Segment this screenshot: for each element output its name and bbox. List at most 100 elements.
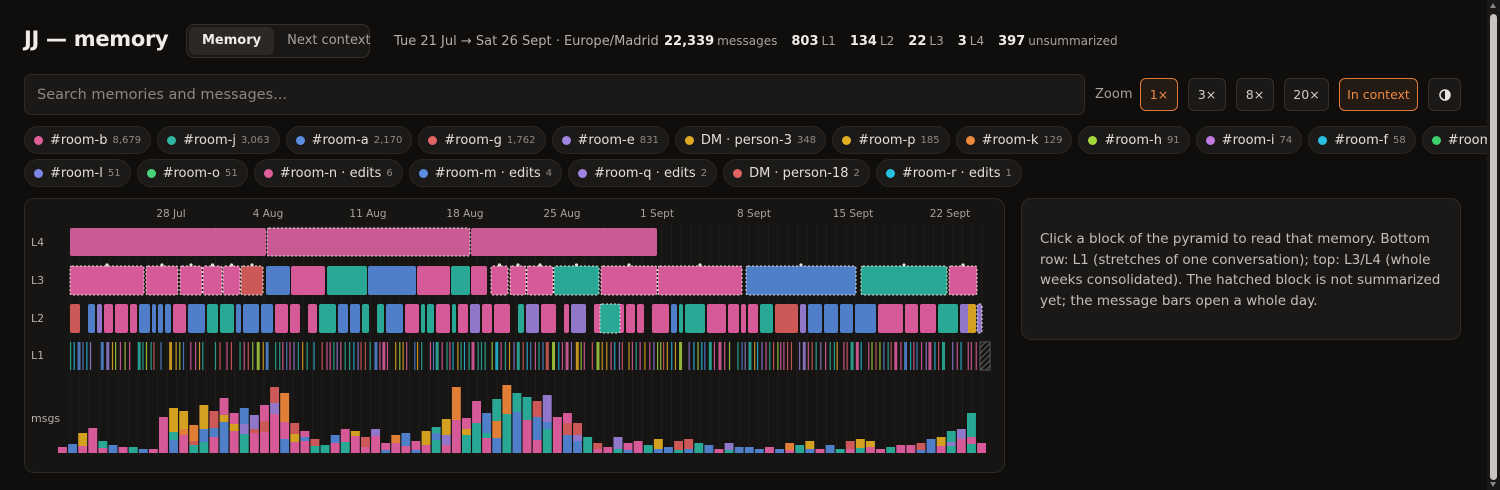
l1-memory-stripe[interactable] xyxy=(704,342,706,370)
l1-memory-stripe[interactable] xyxy=(580,342,582,370)
message-day-bar[interactable] xyxy=(845,449,855,453)
l1-memory-stripe[interactable] xyxy=(313,342,315,370)
message-day-bar[interactable] xyxy=(239,424,249,434)
l2-memory-block[interactable] xyxy=(707,304,726,333)
l1-memory-stripe[interactable] xyxy=(693,342,695,370)
l3-memory-block[interactable] xyxy=(368,266,416,295)
l2-memory-block[interactable] xyxy=(652,304,669,333)
l1-memory-stripe[interactable] xyxy=(230,342,233,370)
message-day-bar[interactable] xyxy=(482,438,492,453)
message-day-bar[interactable] xyxy=(169,408,178,432)
channel-chip[interactable]: #room-h 91 xyxy=(1078,126,1190,154)
message-day-bar[interactable] xyxy=(532,417,542,440)
l1-memory-stripe[interactable] xyxy=(534,342,537,370)
l1-memory-stripe[interactable] xyxy=(697,342,699,370)
message-day-bar[interactable] xyxy=(906,445,916,453)
l1-memory-stripe[interactable] xyxy=(500,342,502,370)
message-day-bar[interactable] xyxy=(68,444,77,451)
message-day-bar[interactable] xyxy=(219,422,229,453)
tab-memory[interactable]: Memory xyxy=(189,27,275,55)
l1-memory-stripe[interactable] xyxy=(82,342,84,370)
l1-memory-stripe[interactable] xyxy=(708,342,712,370)
l3-memory-block[interactable] xyxy=(327,266,367,295)
l2-memory-block[interactable] xyxy=(405,304,419,333)
channel-chip[interactable]: #room-r · edits 1 xyxy=(875,159,1022,187)
l2-memory-block[interactable] xyxy=(261,304,273,333)
channel-chip[interactable]: #room-e 831 xyxy=(551,126,669,154)
message-day-bar[interactable] xyxy=(704,445,714,453)
message-day-bar[interactable] xyxy=(977,451,986,453)
l1-memory-stripe[interactable] xyxy=(925,342,927,370)
l1-memory-stripe[interactable] xyxy=(124,342,126,370)
message-day-bar[interactable] xyxy=(68,451,77,453)
l1-memory-stripe[interactable] xyxy=(967,342,969,370)
message-day-bar[interactable] xyxy=(88,439,98,453)
l3-memory-block[interactable] xyxy=(948,265,978,296)
message-day-bar[interactable] xyxy=(583,450,593,453)
l1-memory-stripe[interactable] xyxy=(516,342,520,370)
message-day-bar[interactable] xyxy=(946,446,956,453)
message-day-bar[interactable] xyxy=(633,441,643,451)
l1-memory-stripe[interactable] xyxy=(970,342,972,370)
l2-memory-block[interactable] xyxy=(275,304,288,333)
message-day-bar[interactable] xyxy=(78,446,88,453)
message-day-bar[interactable] xyxy=(643,445,653,453)
message-day-bar[interactable] xyxy=(381,443,391,450)
l1-memory-stripe[interactable] xyxy=(491,342,493,370)
l3-memory-block[interactable] xyxy=(509,265,527,296)
l1-memory-stripe[interactable] xyxy=(190,342,192,370)
l1-memory-stripe[interactable] xyxy=(570,342,573,370)
l2-memory-block[interactable] xyxy=(626,304,635,333)
l2-memory-block[interactable] xyxy=(421,304,425,333)
message-day-bar[interactable] xyxy=(189,441,199,445)
l1-memory-stripe[interactable] xyxy=(956,342,958,370)
message-day-bar[interactable] xyxy=(209,411,219,428)
l2-memory-block[interactable] xyxy=(158,304,163,333)
l1-memory-stripe[interactable] xyxy=(639,342,641,370)
message-day-bar[interactable] xyxy=(401,446,411,453)
message-day-bar[interactable] xyxy=(361,447,370,453)
l1-memory-stripe[interactable] xyxy=(360,342,362,370)
l1-memory-stripe[interactable] xyxy=(348,342,351,370)
l2-memory-block[interactable] xyxy=(436,304,450,333)
zoom-20x-button[interactable]: 20× xyxy=(1284,78,1329,111)
l1-memory-stripe[interactable] xyxy=(344,342,346,370)
message-day-bar[interactable] xyxy=(159,434,168,453)
l1-memory-stripe[interactable] xyxy=(353,342,355,370)
zoom-3x-button[interactable]: 3× xyxy=(1188,78,1226,111)
l1-memory-stripe[interactable] xyxy=(142,342,144,370)
l1-memory-stripe[interactable] xyxy=(286,342,288,370)
message-day-bar[interactable] xyxy=(603,447,613,453)
l1-memory-stripe[interactable] xyxy=(297,342,299,370)
message-day-bar[interactable] xyxy=(573,423,582,435)
l2-memory-block[interactable] xyxy=(97,304,102,333)
l1-memory-stripe[interactable] xyxy=(73,342,75,370)
l1-memory-stripe[interactable] xyxy=(77,342,81,370)
message-day-bar[interactable] xyxy=(684,439,694,449)
message-day-bar[interactable] xyxy=(159,417,168,429)
message-day-bar[interactable] xyxy=(785,443,795,450)
message-day-bar[interactable] xyxy=(694,443,704,450)
message-day-bar[interactable] xyxy=(522,438,532,453)
l1-memory-stripe[interactable] xyxy=(114,342,117,370)
message-day-bar[interactable] xyxy=(381,450,391,453)
channel-chip[interactable]: #room-m · edits 4 xyxy=(408,159,563,187)
l1-memory-stripe[interactable] xyxy=(575,342,579,370)
l2-memory-block[interactable] xyxy=(518,304,524,333)
l1-memory-stripe[interactable] xyxy=(916,342,918,370)
l1-memory-stripe[interactable] xyxy=(674,342,677,370)
l1-memory-stripe[interactable] xyxy=(137,342,141,370)
message-day-bar[interactable] xyxy=(492,399,502,421)
l1-memory-stripe[interactable] xyxy=(182,342,185,370)
message-day-bar[interactable] xyxy=(280,393,290,422)
message-day-bar[interactable] xyxy=(361,437,370,447)
message-day-bar[interactable] xyxy=(411,441,421,450)
l1-memory-stripe[interactable] xyxy=(777,342,779,370)
message-day-bar[interactable] xyxy=(946,431,956,442)
channel-chip[interactable]: #room-l 51 xyxy=(24,159,131,187)
l1-memory-stripe[interactable] xyxy=(402,342,404,370)
l1-memory-stripe[interactable] xyxy=(160,342,162,370)
message-day-bar[interactable] xyxy=(249,429,259,433)
message-day-bar[interactable] xyxy=(512,412,522,436)
l1-memory-stripe[interactable] xyxy=(737,342,739,370)
